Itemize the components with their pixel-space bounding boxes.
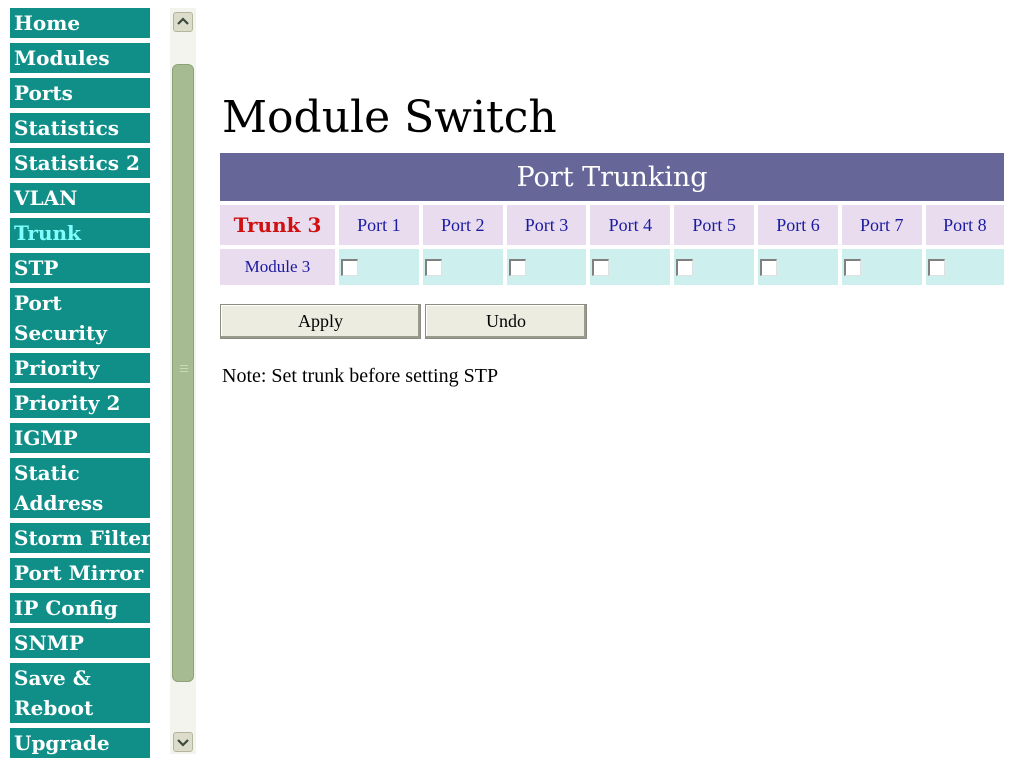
page-title: Module Switch: [222, 92, 557, 143]
scrollbar-thumb[interactable]: [172, 64, 194, 682]
trunk-label: Trunk 3: [220, 205, 337, 245]
port-header: Port 5: [670, 205, 757, 245]
port-3-checkbox[interactable]: [508, 258, 526, 276]
nav-item-port-security[interactable]: Port Security: [10, 288, 150, 353]
nav-item-statistics-2[interactable]: Statistics 2: [10, 148, 150, 183]
port-6-cell: [754, 249, 840, 285]
port-header: Port 3: [502, 205, 589, 245]
nav-item-trunk[interactable]: Trunk: [10, 218, 150, 253]
port-4-cell: [586, 249, 673, 285]
port-header: Port 1: [335, 205, 421, 245]
nav-item-upgrade[interactable]: Upgrade: [10, 728, 150, 763]
module-label: Module 3: [220, 249, 337, 285]
port-7-cell: [837, 249, 924, 285]
sidebar-nav: Home Modules Ports Statistics Statistics…: [10, 8, 150, 763]
port-1-cell: [335, 249, 421, 285]
scrollbar-grip: [180, 365, 188, 375]
port-6-checkbox[interactable]: [760, 258, 778, 276]
nav-item-ports[interactable]: Ports: [10, 78, 150, 113]
port-1-checkbox[interactable]: [341, 258, 358, 276]
port-header: Port 6: [754, 205, 840, 245]
port-5-cell: [670, 249, 757, 285]
port-5-checkbox[interactable]: [676, 258, 694, 276]
port-2-cell: [418, 249, 505, 285]
port-3-cell: [502, 249, 589, 285]
port-7-checkbox[interactable]: [843, 258, 861, 276]
nav-item-priority-2[interactable]: Priority 2: [10, 388, 150, 423]
chevron-down-icon: [177, 739, 189, 747]
nav-item-save-reboot[interactable]: Save & Reboot: [10, 663, 150, 728]
port-header: Port 2: [418, 205, 505, 245]
nav-item-modules[interactable]: Modules: [10, 43, 150, 78]
port-header: Port 7: [837, 205, 924, 245]
nav-item-igmp[interactable]: IGMP: [10, 423, 150, 458]
port-header: Port 8: [921, 205, 1004, 245]
nav-item-static-address[interactable]: Static Address: [10, 458, 150, 523]
nav-item-snmp[interactable]: SNMP: [10, 628, 150, 663]
nav-item-vlan[interactable]: VLAN: [10, 183, 150, 218]
nav-item-statistics[interactable]: Statistics: [10, 113, 150, 148]
nav-item-storm-filter[interactable]: Storm Filter: [10, 523, 150, 558]
port-4-checkbox[interactable]: [592, 258, 610, 276]
nav-item-port-mirror[interactable]: Port Mirror: [10, 558, 150, 593]
port-2-checkbox[interactable]: [424, 258, 442, 276]
scroll-up-button[interactable]: [173, 12, 193, 32]
nav-item-priority[interactable]: Priority: [10, 353, 150, 388]
scroll-down-button[interactable]: [173, 732, 193, 752]
vertical-scrollbar[interactable]: [170, 8, 196, 754]
nav-item-stp[interactable]: STP: [10, 253, 150, 288]
chevron-up-icon: [177, 17, 189, 25]
port-trunking-table: Port Trunking Trunk 3 Port 1 Port 2 Port…: [220, 153, 1004, 285]
port-8-cell: [921, 249, 1004, 285]
apply-button[interactable]: Apply: [220, 304, 421, 339]
section-title: Port Trunking: [220, 153, 1004, 201]
port-8-checkbox[interactable]: [927, 258, 945, 276]
nav-item-ip-config[interactable]: IP Config: [10, 593, 150, 628]
undo-button[interactable]: Undo: [425, 304, 587, 339]
note-text: Note: Set trunk before setting STP: [222, 365, 499, 387]
port-header: Port 4: [586, 205, 673, 245]
nav-item-home[interactable]: Home: [10, 8, 150, 43]
